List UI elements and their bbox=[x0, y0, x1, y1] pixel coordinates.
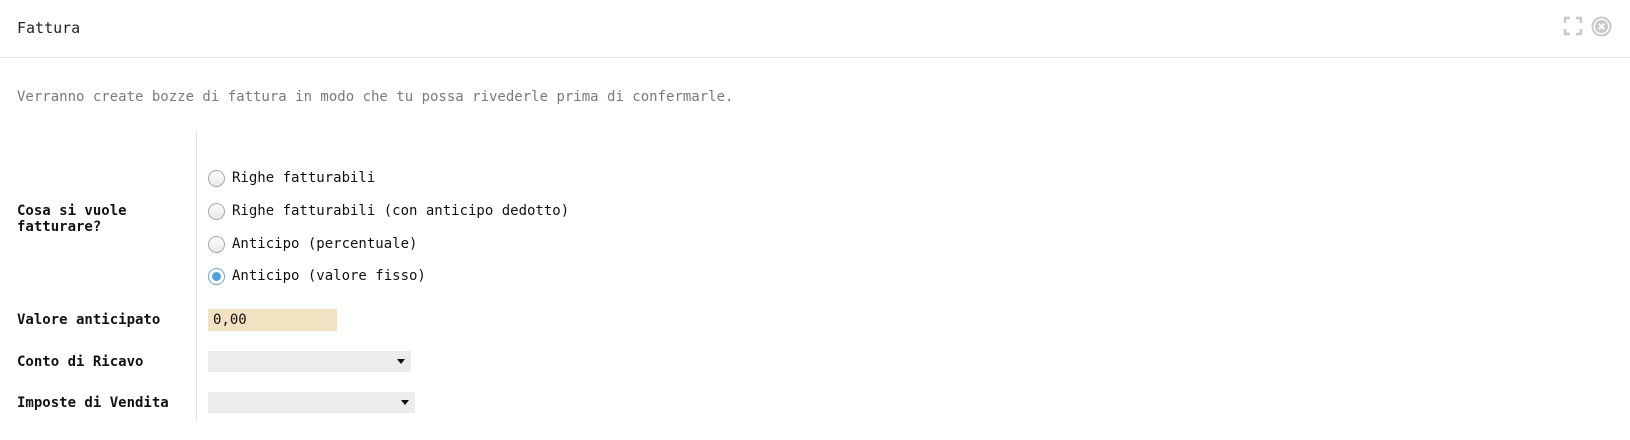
sales-taxes-select[interactable] bbox=[208, 392, 415, 413]
invoice-question-label: Cosa si vuole fatturare? bbox=[17, 203, 127, 235]
radio-label: Anticipo (valore fisso) bbox=[232, 268, 426, 284]
radio-button-selected[interactable] bbox=[208, 267, 225, 285]
caret-down-icon bbox=[401, 400, 409, 405]
close-icon bbox=[1591, 16, 1611, 36]
expand-icon bbox=[1563, 16, 1583, 36]
expand-button[interactable] bbox=[1562, 15, 1584, 37]
radio-label: Anticipo (percentuale) bbox=[232, 236, 418, 252]
dialog-title: Fattura bbox=[17, 19, 81, 37]
advance-amount-input[interactable] bbox=[208, 309, 337, 331]
form-divider bbox=[196, 130, 197, 422]
radio-option-advance-percentage[interactable]: Anticipo (percentuale) bbox=[208, 234, 417, 254]
invoice-dialog: Fattura Verranno create bozze di fattura… bbox=[0, 0, 1630, 440]
radio-option-billable-lines[interactable]: Righe fatturabili bbox=[208, 168, 375, 188]
radio-label: Righe fatturabili (con anticipo dedotto) bbox=[232, 203, 570, 219]
radio-button[interactable] bbox=[208, 169, 225, 187]
radio-button[interactable] bbox=[208, 202, 225, 220]
radio-button[interactable] bbox=[208, 235, 225, 253]
sales-taxes-label: Imposte di Vendita bbox=[17, 395, 169, 411]
radio-label: Righe fatturabili bbox=[232, 170, 376, 186]
advance-amount-label: Valore anticipato bbox=[17, 312, 161, 328]
close-button[interactable] bbox=[1590, 15, 1612, 37]
radio-option-billable-lines-deducted[interactable]: Righe fatturabili (con anticipo dedotto) bbox=[208, 201, 569, 221]
dialog-header: Fattura bbox=[0, 0, 1630, 58]
revenue-account-select[interactable] bbox=[208, 351, 411, 372]
radio-option-advance-fixed[interactable]: Anticipo (valore fisso) bbox=[208, 266, 426, 286]
intro-text: Verranno create bozze di fattura in modo… bbox=[17, 89, 734, 105]
revenue-account-label: Conto di Ricavo bbox=[17, 354, 144, 370]
caret-down-icon bbox=[397, 359, 405, 364]
